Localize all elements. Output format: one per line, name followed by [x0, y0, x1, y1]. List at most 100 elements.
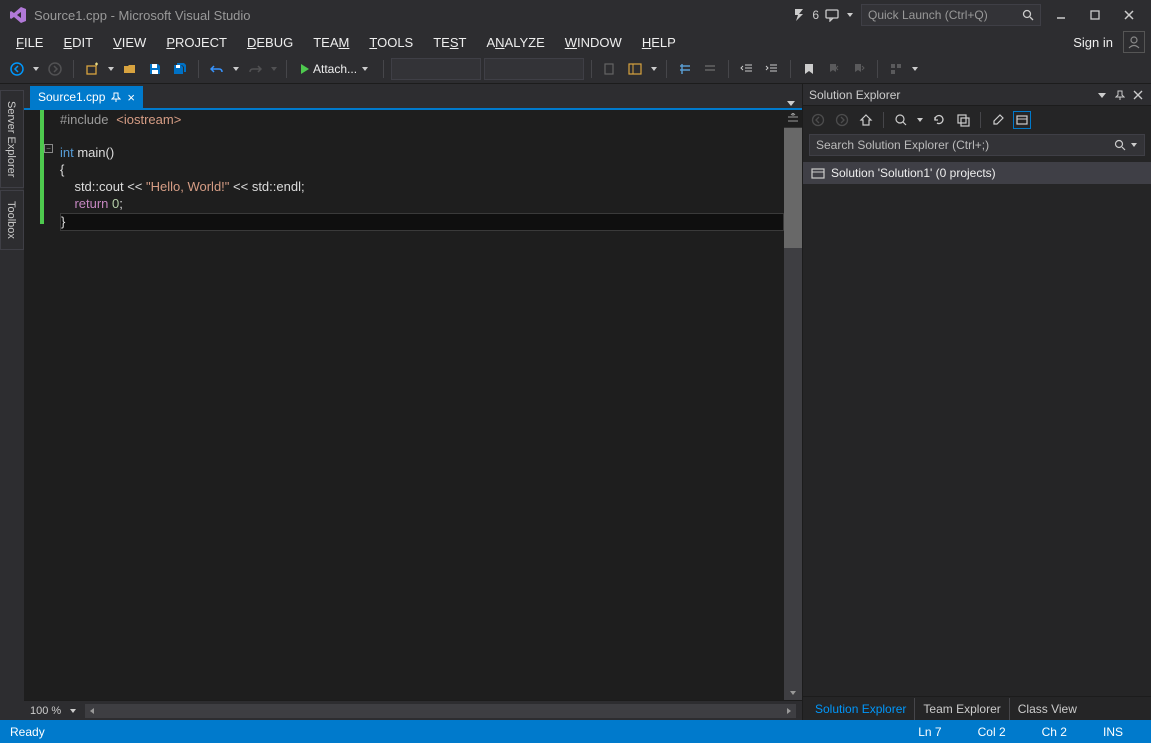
menu-debug[interactable]: DEBUG — [237, 32, 303, 53]
se-scope-dropdown[interactable] — [916, 116, 924, 124]
se-home-button[interactable] — [857, 111, 875, 129]
scrollbar-thumb[interactable] — [784, 128, 802, 248]
sidetab-server-explorer[interactable]: Server Explorer — [0, 90, 24, 188]
menu-edit[interactable]: EDIT — [53, 32, 103, 53]
sign-in-link[interactable]: Sign in — [1063, 31, 1123, 54]
panel-pin-icon[interactable] — [1113, 88, 1127, 102]
redo-dropdown[interactable] — [269, 65, 279, 73]
status-col: Col 2 — [960, 725, 1024, 739]
open-file-button[interactable] — [119, 58, 141, 80]
menu-file[interactable]: FILE — [6, 32, 53, 53]
undo-button[interactable] — [206, 58, 228, 80]
bottom-tab-team-explorer[interactable]: Team Explorer — [914, 698, 1008, 720]
play-icon — [301, 64, 309, 74]
windows-dropdown[interactable] — [649, 65, 659, 73]
maximize-button[interactable] — [1081, 5, 1109, 25]
menu-test[interactable]: TEST — [423, 32, 476, 53]
toolbar-overflow-dropdown[interactable] — [910, 65, 920, 73]
split-editor-icon[interactable] — [784, 110, 802, 128]
attach-label: Attach... — [313, 62, 357, 76]
save-button[interactable] — [144, 58, 166, 80]
status-ins[interactable]: INS — [1085, 725, 1141, 739]
collapse-region-icon[interactable]: − — [44, 144, 53, 153]
prev-bookmark-button[interactable] — [823, 58, 845, 80]
se-collapse-all-button[interactable] — [954, 111, 972, 129]
active-files-dropdown[interactable] — [780, 98, 802, 108]
find-in-files-button[interactable] — [599, 58, 621, 80]
panel-options-icon[interactable] — [1095, 88, 1109, 102]
menu-view[interactable]: VIEW — [103, 32, 156, 53]
bookmark-button[interactable] — [798, 58, 820, 80]
close-button[interactable] — [1115, 5, 1143, 25]
feedback-dropdown-icon[interactable] — [845, 11, 855, 19]
bottom-tab-solution-explorer[interactable]: Solution Explorer — [807, 698, 914, 720]
feedback-icon[interactable] — [825, 8, 839, 22]
menu-analyze[interactable]: ANALYZE — [476, 32, 554, 53]
account-avatar-icon[interactable] — [1123, 31, 1145, 53]
search-icon — [1114, 139, 1126, 151]
tree-item-label: Solution 'Solution1' (0 projects) — [831, 166, 996, 180]
scroll-right-arrow[interactable] — [782, 704, 796, 718]
document-tab-well: Source1.cpp × — [24, 84, 802, 108]
menu-project[interactable]: PROJECT — [156, 32, 237, 53]
close-tab-icon[interactable]: × — [127, 90, 135, 105]
new-project-dropdown[interactable] — [106, 65, 116, 73]
uncomment-button[interactable] — [699, 58, 721, 80]
horizontal-scrollbar[interactable] — [85, 704, 796, 718]
se-refresh-button[interactable] — [930, 111, 948, 129]
new-project-button[interactable] — [81, 58, 103, 80]
nav-back-button[interactable] — [6, 58, 28, 80]
sidetab-toolbox[interactable]: Toolbox — [0, 190, 24, 250]
statusbar: Ready Ln 7 Col 2 Ch 2 INS — [0, 720, 1151, 743]
window-title: Source1.cpp - Microsoft Visual Studio — [34, 8, 792, 23]
menu-tools[interactable]: TOOLS — [359, 32, 423, 53]
zoom-level[interactable]: 100 % — [30, 705, 61, 717]
se-preview-button[interactable] — [1013, 111, 1031, 129]
search-icon — [1022, 9, 1034, 21]
solution-platform-combo[interactable] — [484, 58, 584, 80]
toolbar: Attach... — [0, 54, 1151, 84]
redo-button[interactable] — [244, 58, 266, 80]
document-tab-source1[interactable]: Source1.cpp × — [30, 86, 143, 108]
code-editor[interactable]: − #include <iostream> int main() { std::… — [24, 110, 802, 700]
scroll-left-arrow[interactable] — [85, 704, 99, 718]
se-search-input[interactable]: Search Solution Explorer (Ctrl+;) — [809, 134, 1145, 156]
vs-logo-icon — [8, 5, 28, 25]
solution-explorer-toolbar — [803, 106, 1151, 134]
se-back-button[interactable] — [809, 111, 827, 129]
minimize-button[interactable] — [1047, 5, 1075, 25]
tree-item-solution[interactable]: Solution 'Solution1' (0 projects) — [803, 162, 1151, 184]
vertical-scrollbar[interactable] — [784, 128, 802, 700]
bottom-tab-class-view[interactable]: Class View — [1009, 698, 1085, 720]
se-scope-button[interactable] — [892, 111, 910, 129]
code-content[interactable]: #include <iostream> int main() { std::co… — [56, 110, 784, 700]
save-all-button[interactable] — [169, 58, 191, 80]
solution-explorer-button[interactable] — [624, 58, 646, 80]
next-bookmark-button[interactable] — [848, 58, 870, 80]
se-forward-button[interactable] — [833, 111, 851, 129]
attach-button[interactable]: Attach... — [294, 58, 376, 80]
menu-window[interactable]: WINDOW — [555, 32, 632, 53]
comment-button[interactable] — [674, 58, 696, 80]
pin-icon[interactable] — [111, 92, 121, 102]
nav-forward-button[interactable] — [44, 58, 66, 80]
nav-back-dropdown[interactable] — [31, 65, 41, 73]
quick-launch-input[interactable]: Quick Launch (Ctrl+Q) — [861, 4, 1041, 26]
menu-team[interactable]: TEAM — [303, 32, 359, 53]
increase-indent-button[interactable] — [761, 58, 783, 80]
notifications-flag-icon[interactable] — [792, 8, 806, 22]
menu-help[interactable]: HELP — [632, 32, 686, 53]
undo-dropdown[interactable] — [231, 65, 241, 73]
zoom-dropdown-icon[interactable] — [69, 707, 77, 715]
scroll-down-arrow[interactable] — [784, 686, 802, 700]
panel-bottom-tabs: Solution Explorer Team Explorer Class Vi… — [803, 696, 1151, 720]
status-ch: Ch 2 — [1024, 725, 1085, 739]
titlebar: Source1.cpp - Microsoft Visual Studio 6 … — [0, 0, 1151, 30]
se-properties-button[interactable] — [989, 111, 1007, 129]
search-dropdown-icon[interactable] — [1130, 141, 1138, 149]
decrease-indent-button[interactable] — [736, 58, 758, 80]
panel-close-icon[interactable] — [1131, 88, 1145, 102]
extensions-button[interactable] — [885, 58, 907, 80]
solution-tree[interactable]: Solution 'Solution1' (0 projects) — [803, 160, 1151, 696]
solution-config-combo[interactable] — [391, 58, 481, 80]
